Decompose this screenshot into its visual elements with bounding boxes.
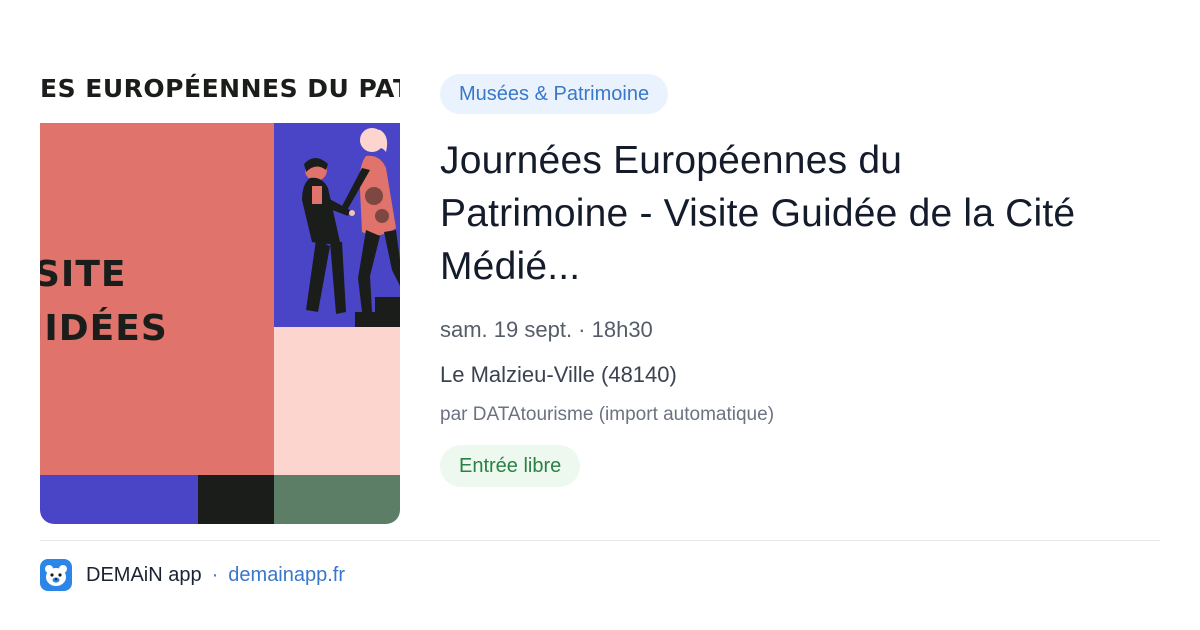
app-name: DEMAiN app [86, 563, 202, 586]
category-tag[interactable]: Musées & Patrimoine [440, 74, 669, 114]
price-badge: Entrée libre [440, 445, 581, 487]
footer-divider [40, 540, 1160, 541]
event-date: sam. 19 sept. · 18h30 [440, 317, 653, 342]
footer: DEMAiN app · demainapp.fr [40, 558, 345, 592]
event-location: Le Malzieu-Ville (48140) [440, 362, 677, 387]
event-image[interactable]: ES EUROPÉENNES DU PATR SITE JIDÉES [40, 60, 400, 524]
poster-text-line2: JIDÉES [40, 307, 168, 349]
footer-separator: · [211, 563, 219, 586]
bear-app-icon [40, 559, 72, 591]
domain-link[interactable]: demainapp.fr [228, 564, 345, 587]
event-source: par DATAtourisme (import automatique) [440, 404, 775, 425]
event-poster-illustration: ES EUROPÉENNES DU PATR SITE JIDÉES [40, 60, 400, 524]
event-title[interactable]: Journées Européennes du Patrimoine - Vis… [440, 134, 1100, 293]
poster-text-line1: SITE [40, 254, 126, 295]
event-info: Musées & Patrimoine Journées Européennes… [440, 74, 1140, 487]
poster-banner-text: ES EUROPÉENNES DU PATR [40, 74, 400, 103]
